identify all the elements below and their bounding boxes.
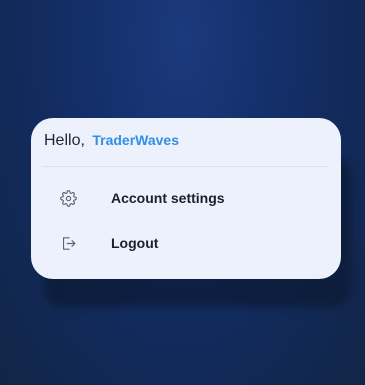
gear-icon: [59, 189, 77, 207]
account-settings-menu-item[interactable]: Account settings: [31, 178, 341, 218]
divider: [43, 166, 327, 167]
username: TraderWaves: [92, 132, 179, 148]
account-settings-label: Account settings: [111, 190, 225, 206]
logout-menu-item[interactable]: Logout: [31, 223, 341, 263]
logout-icon: [59, 234, 77, 252]
greeting: Hello, TraderWaves: [44, 132, 179, 150]
greeting-prefix: Hello,: [44, 132, 85, 149]
logout-label: Logout: [111, 235, 159, 251]
user-menu-dropdown: Hello, TraderWaves Account settings Logo…: [31, 118, 341, 279]
